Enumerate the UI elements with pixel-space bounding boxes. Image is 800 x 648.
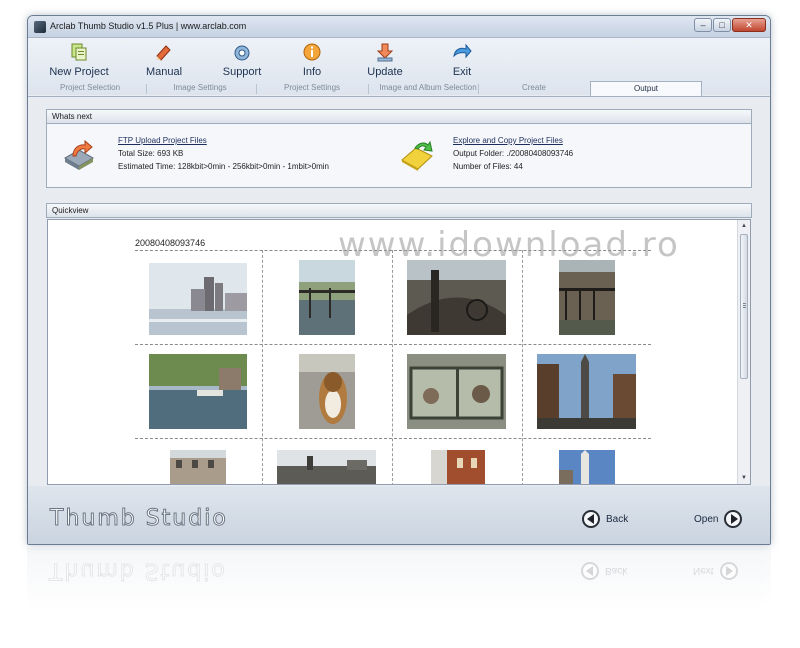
support-label: Support [222,66,262,78]
album-name: 20080408093746 [135,238,206,248]
total-size-text: Total Size: 693 KB [118,149,184,158]
exit-button[interactable]: Exit [422,42,502,78]
quickview-scrollbar[interactable]: ▲ ▼ [737,220,750,484]
brand-logo: Thumb Studio [50,506,228,532]
thumbnail-image[interactable] [537,354,636,429]
title-bar[interactable]: Arclab Thumb Studio v1.5 Plus | www.arcl… [28,16,770,38]
thumbnail-image[interactable] [149,263,247,335]
reflection-next: Next [693,562,738,580]
quickview-header: Quickview [46,203,752,218]
info-label: Info [302,66,322,78]
info-button[interactable]: Info [272,42,352,78]
scroll-grip [743,307,746,308]
tab-create[interactable]: Create [490,83,578,92]
update-label: Update [367,66,403,78]
exit-label: Exit [452,66,472,78]
reflection-back: Back [581,562,627,580]
tab-project-selection[interactable]: Project Selection [46,83,134,92]
scroll-up-arrow-icon[interactable]: ▲ [741,223,747,229]
thumbnail-image[interactable] [299,354,355,429]
reflection-back-label: Back [605,565,628,577]
open-label: Open [694,513,719,525]
explore-folder-icon[interactable] [399,136,435,172]
open-arrow-icon [724,510,743,528]
tab-output[interactable]: Output [590,81,702,97]
explore-copy-link[interactable]: Explore and Copy Project Files [453,136,563,145]
manual-label: Manual [145,66,183,78]
new-project-button[interactable]: New Project [39,42,119,78]
whats-next-panel: FTP Upload Project Files Total Size: 693… [46,124,752,188]
reflection-next-arrow-icon [719,562,738,580]
info-icon [303,43,321,61]
back-arrow-icon [582,510,600,528]
reflection-next-label: Next [693,565,714,577]
thumbnail-image[interactable] [277,450,376,485]
minimize-button[interactable]: – [694,18,712,32]
back-label: Back [606,513,629,525]
close-button[interactable]: ✕ [732,18,766,32]
window-title: Arclab Thumb Studio v1.5 Plus | www.arcl… [50,21,247,31]
new-project-label: New Project [49,66,109,78]
tab-divider [478,84,479,94]
app-icon [34,21,46,33]
grid-divider [135,438,651,439]
whats-next-header: Whats next [46,109,752,124]
watermark-text: www.idownload.ro [338,225,680,265]
grid-divider [392,250,393,484]
open-button[interactable]: Open [694,510,743,528]
manual-button[interactable]: Manual [124,42,204,78]
ftp-upload-link[interactable]: FTP Upload Project Files [118,136,207,145]
output-folder-text: Output Folder: ./20080408093746 [453,149,574,158]
grid-divider [522,250,523,484]
app-window: Arclab Thumb Studio v1.5 Plus | www.arcl… [27,15,771,545]
scroll-down-arrow-icon[interactable]: ▼ [741,475,747,481]
tab-divider [368,84,369,94]
reflection-back-arrow-icon [581,562,599,580]
reflection-brand: Thumb Studio [49,558,228,584]
toolbar: New Project Manual Support Info Update E… [28,38,770,97]
maximize-button[interactable]: □ [713,18,731,32]
scroll-thumb[interactable] [740,234,748,379]
footer-bar: Thumb Studio Back Open [28,486,770,544]
update-button[interactable]: Update [345,42,425,78]
tab-image-album-selection[interactable]: Image and Album Selection [372,83,484,92]
step-tabs: Project Selection Image Settings Project… [28,81,770,97]
window-reflection: Thumb Studio Back Next [27,548,771,608]
back-button[interactable]: Back [582,510,628,528]
scroll-grip [743,305,746,306]
tab-divider [146,84,147,94]
update-icon [376,43,394,62]
thumbnail-image[interactable] [407,260,506,335]
grid-divider [135,344,651,345]
support-button[interactable]: Support [202,42,282,78]
ftp-upload-icon[interactable] [61,136,97,172]
support-icon [234,45,250,61]
tab-divider [256,84,257,94]
thumbnail-image[interactable] [407,354,506,429]
thumbnail-image[interactable] [559,260,615,335]
thumbnail-image[interactable] [299,260,355,335]
exit-icon [453,43,472,59]
manual-icon [156,45,171,61]
thumbnail-image[interactable] [431,450,485,485]
thumbnail-image[interactable] [170,450,226,485]
tab-image-settings[interactable]: Image Settings [156,83,244,92]
window-controls: – □ ✕ [694,18,766,32]
thumbnail-image[interactable] [149,354,247,429]
number-of-files-text: Number of Files: 44 [453,162,523,171]
estimated-time-text: Estimated Time: 128kbit>0min - 256kbit>0… [118,162,329,171]
grid-divider [262,250,263,484]
tab-project-settings[interactable]: Project Settings [268,83,356,92]
scroll-grip [743,303,746,304]
new-project-icon [71,43,87,61]
thumbnail-image[interactable] [559,450,615,485]
